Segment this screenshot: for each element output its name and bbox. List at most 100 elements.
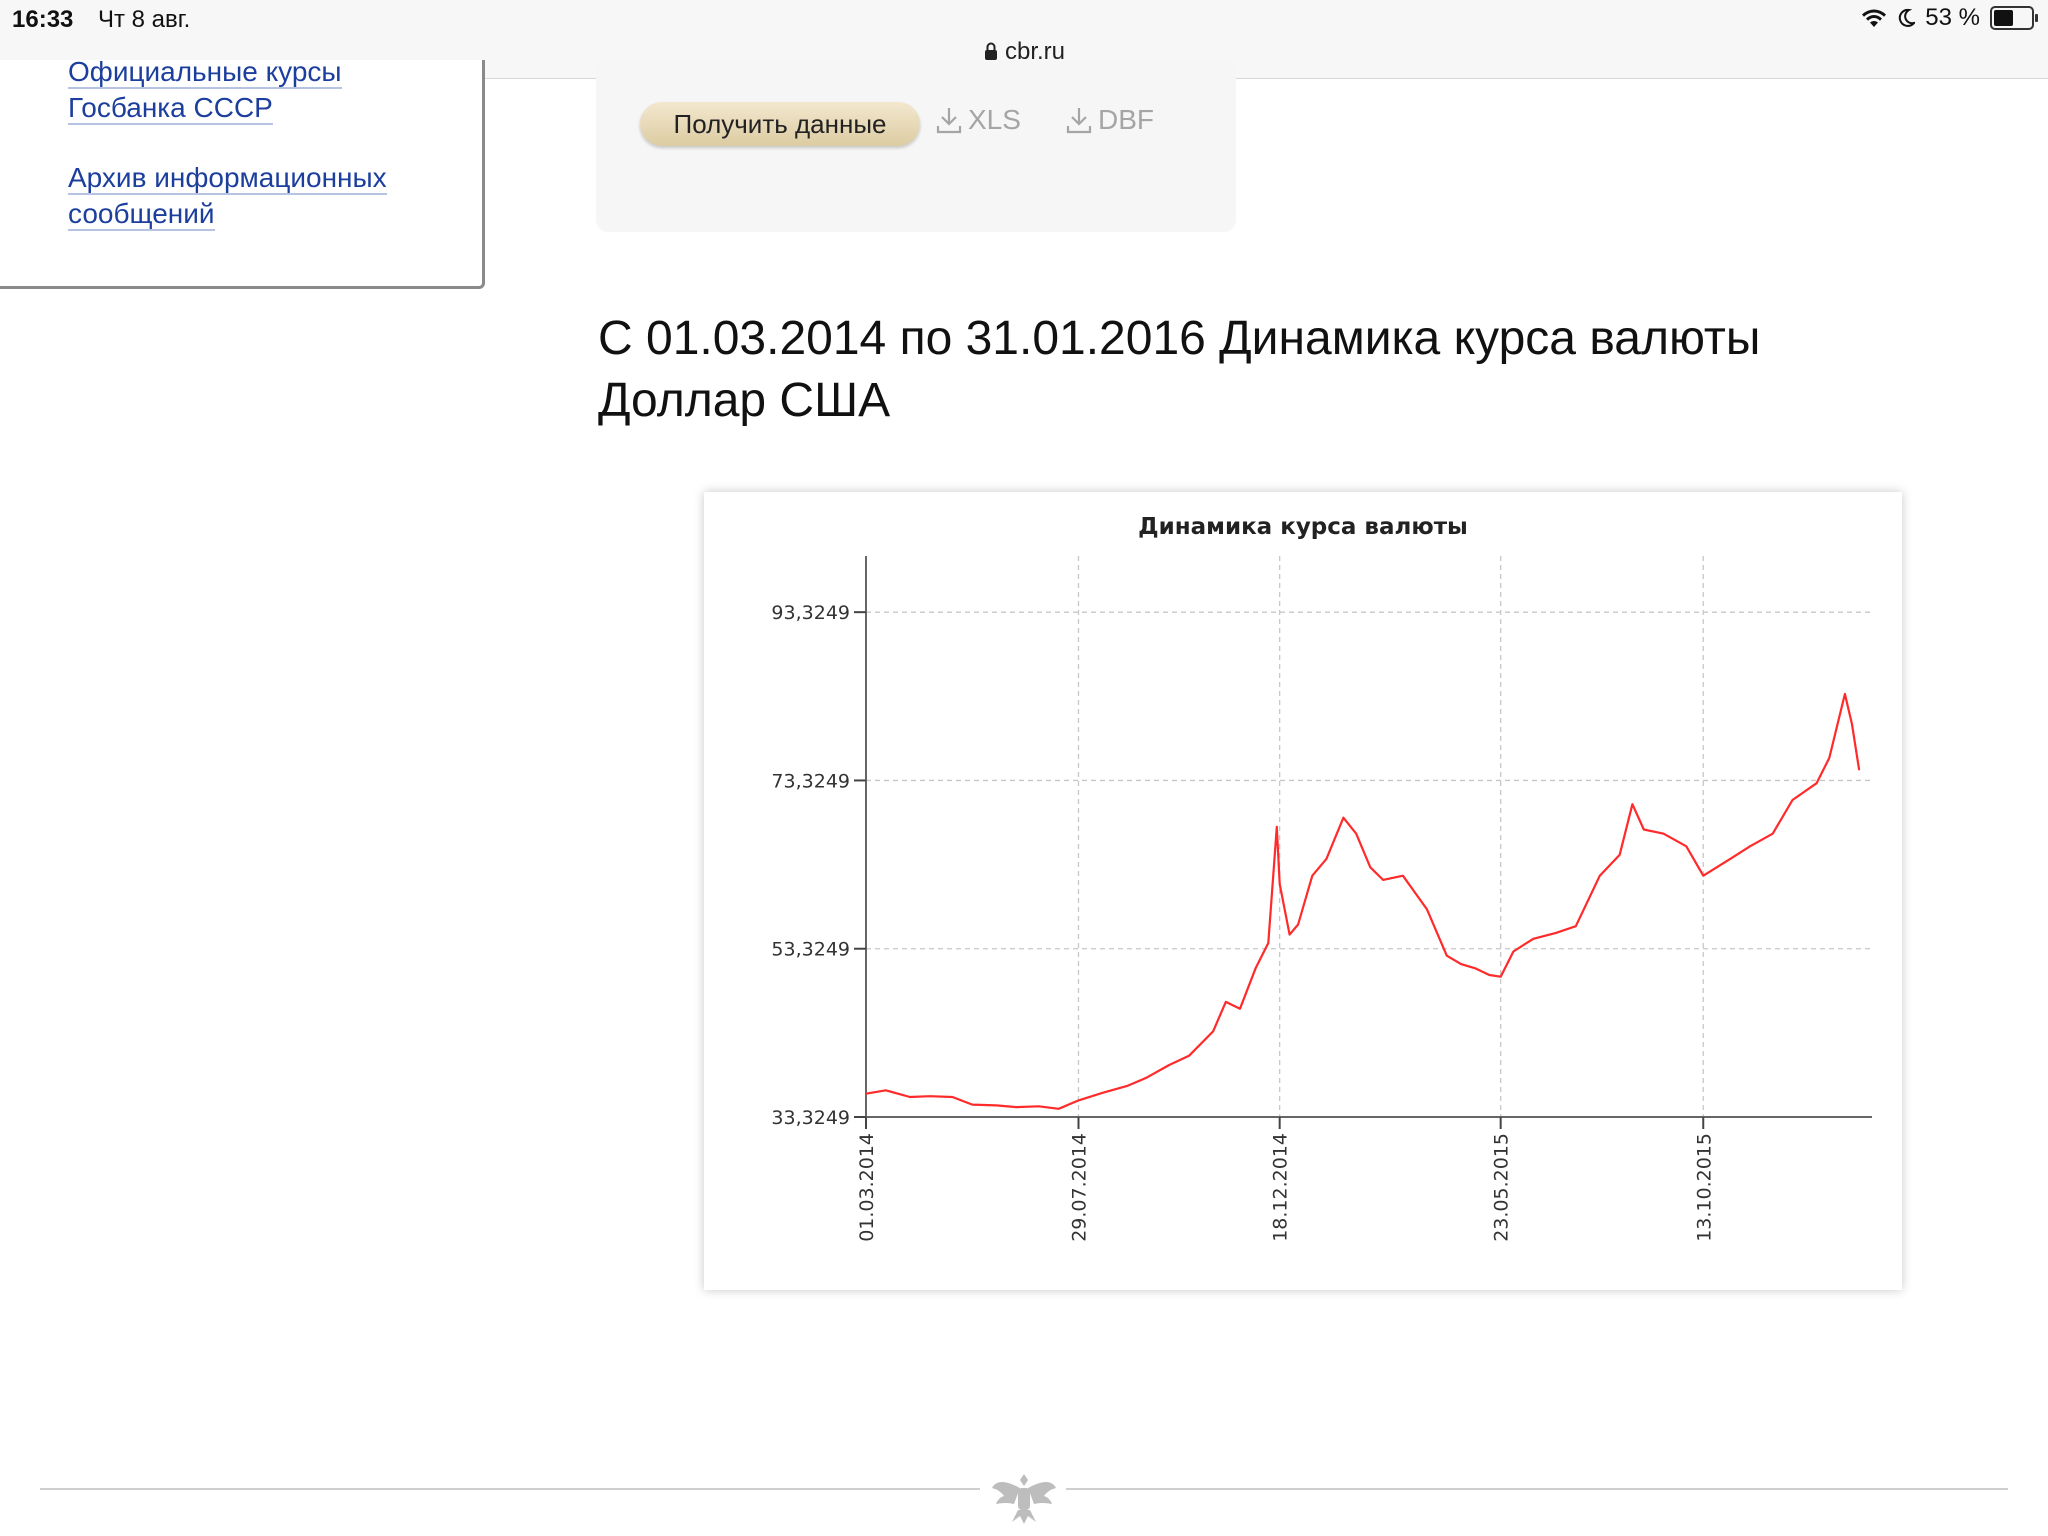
sidebar-link-text: Официальные курсы bbox=[68, 56, 342, 89]
data-point bbox=[1426, 908, 1428, 911]
battery-fill bbox=[1994, 10, 2014, 26]
page-title: С 01.03.2014 по 31.01.2016 Динамика курс… bbox=[598, 308, 1898, 432]
series-line bbox=[865, 692, 1861, 1110]
data-point bbox=[1077, 1099, 1080, 1102]
data-point bbox=[1460, 963, 1462, 965]
x-axis-ticks: 01.03.2014 29.07.2014 18.12.2014 23.05.2015… bbox=[856, 1117, 1715, 1242]
data-point bbox=[1038, 1105, 1040, 1108]
data-point bbox=[1288, 933, 1291, 936]
data-point bbox=[1791, 799, 1794, 801]
data-point bbox=[928, 1095, 931, 1097]
data-point bbox=[1402, 874, 1404, 877]
data-point bbox=[1311, 874, 1314, 877]
data-point bbox=[1446, 954, 1448, 957]
data-point bbox=[1267, 942, 1270, 944]
data-point bbox=[1239, 1007, 1241, 1010]
data-point bbox=[1662, 832, 1665, 835]
data-point bbox=[865, 1092, 867, 1095]
data-point bbox=[885, 1089, 887, 1092]
data-point bbox=[1474, 967, 1476, 970]
data-point bbox=[1342, 816, 1345, 819]
eagle-emblem-icon bbox=[992, 1474, 1056, 1524]
y-tick-label: 33,3249 bbox=[771, 1107, 850, 1129]
data-point bbox=[1512, 950, 1515, 953]
y-tick-label: 73,3249 bbox=[771, 770, 850, 792]
data-point bbox=[995, 1104, 998, 1107]
page-title-line2: Доллар США bbox=[598, 374, 891, 427]
download-xls-link[interactable]: XLS bbox=[936, 104, 1021, 136]
page-title-line1: С 01.03.2014 по 31.01.2016 Динамика курс… bbox=[598, 312, 1761, 365]
data-point bbox=[1574, 925, 1577, 928]
data-point bbox=[1101, 1092, 1104, 1094]
data-point bbox=[1297, 923, 1299, 926]
chart-series bbox=[865, 692, 1861, 1110]
x-tick-label: 29.07.2014 bbox=[1069, 1133, 1091, 1242]
data-point bbox=[1278, 883, 1281, 885]
data-point bbox=[951, 1096, 954, 1098]
footer-divider bbox=[1066, 1488, 2008, 1490]
data-point bbox=[1702, 874, 1705, 877]
data-point bbox=[1212, 1030, 1214, 1033]
chart-axes bbox=[865, 556, 1872, 1118]
download-dbf-link[interactable]: DBF bbox=[1066, 104, 1154, 136]
x-tick-label: 01.03.2014 bbox=[856, 1133, 878, 1242]
data-point bbox=[1685, 845, 1688, 848]
data-point bbox=[1325, 858, 1328, 860]
data-point bbox=[1858, 768, 1860, 771]
sidebar-link-text: Архив информационных bbox=[68, 162, 387, 195]
data-point bbox=[1369, 866, 1372, 869]
data-point bbox=[1355, 832, 1357, 835]
footer-divider bbox=[40, 1488, 980, 1490]
data-point bbox=[1188, 1054, 1190, 1057]
left-sidebar: Официальные курсы Госбанка СССР Архив ин… bbox=[0, 56, 485, 289]
status-time: 16:33 bbox=[12, 6, 74, 33]
dbf-label: DBF bbox=[1098, 104, 1154, 135]
wifi-icon bbox=[1862, 9, 1887, 27]
data-point bbox=[909, 1096, 911, 1098]
data-point bbox=[971, 1103, 974, 1106]
data-point bbox=[1382, 879, 1384, 881]
data-point bbox=[1532, 938, 1535, 940]
data-point bbox=[1844, 693, 1846, 695]
battery-icon bbox=[1990, 6, 2038, 30]
status-right: 53 % bbox=[1861, 4, 2038, 32]
x-tick-label: 13.10.2015 bbox=[1693, 1133, 1715, 1242]
lock-icon bbox=[984, 42, 997, 60]
data-point bbox=[1254, 967, 1257, 970]
download-icon bbox=[936, 108, 962, 134]
moon-icon bbox=[1899, 8, 1916, 27]
y-axis-ticks: 93,3249 73,3249 53,3249 33,3249 bbox=[771, 602, 866, 1129]
x-tick-label: 23.05.2015 bbox=[1491, 1133, 1513, 1242]
data-point bbox=[1145, 1076, 1148, 1079]
data-point bbox=[1057, 1107, 1060, 1110]
query-form: Получить данные XLS DBF bbox=[596, 60, 1236, 232]
data-point bbox=[1225, 1001, 1227, 1003]
data-point bbox=[1599, 874, 1601, 877]
chart-grid bbox=[866, 556, 1872, 1117]
data-point bbox=[1276, 826, 1278, 828]
y-tick-label: 53,3249 bbox=[771, 939, 850, 961]
xls-label: XLS bbox=[968, 104, 1021, 135]
status-date: Чт 8 авг. bbox=[98, 6, 191, 33]
data-point bbox=[1828, 757, 1831, 759]
data-point bbox=[1499, 975, 1502, 978]
sidebar-link-archive[interactable]: Архив информационных сообщений bbox=[68, 160, 387, 232]
data-point bbox=[1851, 723, 1853, 726]
data-point bbox=[1015, 1106, 1017, 1108]
x-tick-label: 18.12.2014 bbox=[1270, 1133, 1292, 1242]
data-point bbox=[1729, 858, 1731, 860]
data-point bbox=[1555, 932, 1557, 934]
data-point bbox=[1168, 1064, 1170, 1066]
data-point bbox=[1488, 974, 1491, 976]
data-point bbox=[1771, 832, 1774, 835]
sidebar-link-text: Госбанка СССР bbox=[68, 92, 273, 125]
data-point bbox=[1642, 828, 1645, 831]
sidebar-link-text: сообщений bbox=[68, 198, 215, 231]
download-icon bbox=[1066, 108, 1092, 134]
y-tick-label: 93,3249 bbox=[771, 602, 850, 624]
sidebar-link-ussr-rates[interactable]: Официальные курсы Госбанка СССР bbox=[68, 54, 342, 126]
data-point bbox=[1125, 1085, 1128, 1087]
get-data-button[interactable]: Получить данные bbox=[640, 102, 920, 146]
chart-title: Динамика курса валюты bbox=[1138, 514, 1468, 540]
chart-card: Динамика курса валюты 93,3249 73,3249 53,3… bbox=[704, 492, 1902, 1290]
